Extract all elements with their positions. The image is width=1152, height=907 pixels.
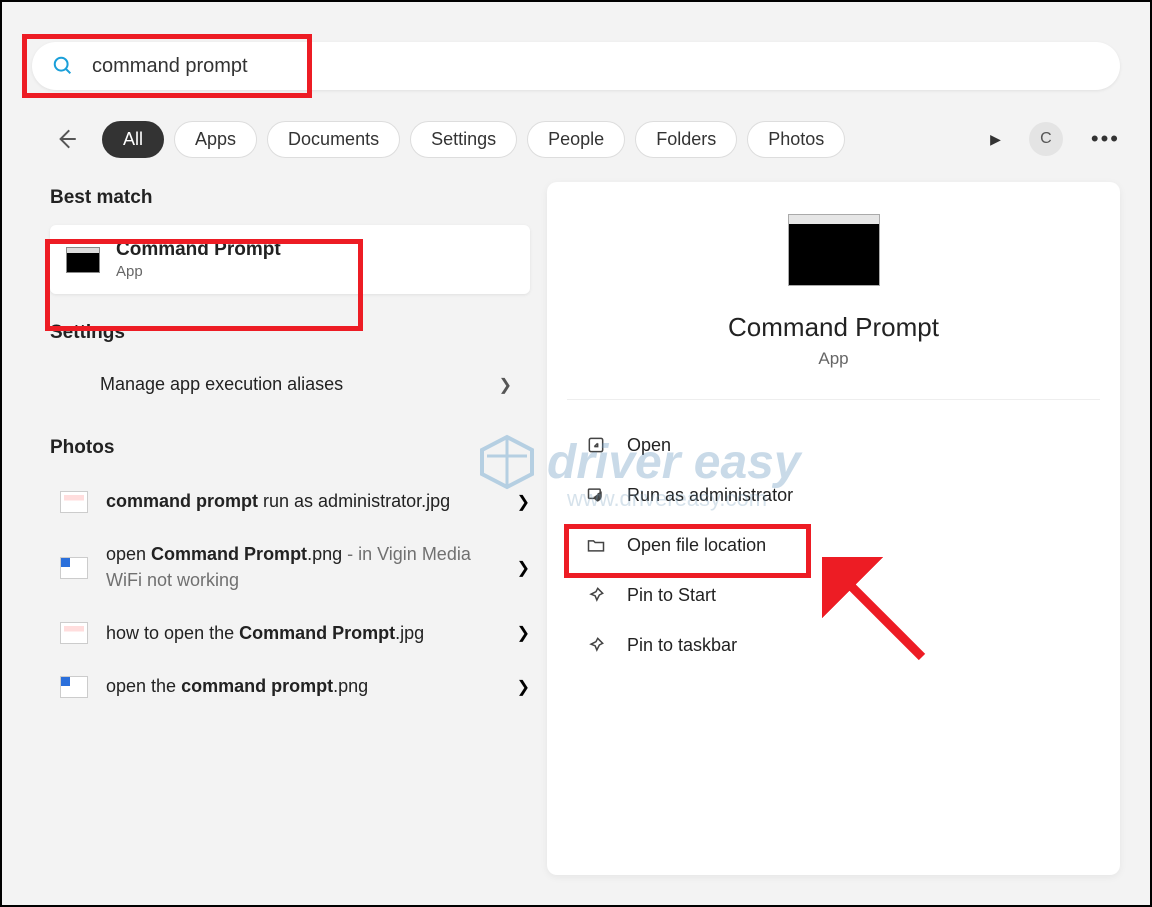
best-match-item[interactable]: Command Prompt App bbox=[50, 225, 530, 294]
filter-settings[interactable]: Settings bbox=[410, 121, 517, 158]
photo-text: open Command Prompt.png - in Vigin Media… bbox=[106, 542, 499, 592]
chevron-right-icon: ❯ bbox=[499, 375, 512, 395]
open-icon bbox=[585, 434, 607, 456]
cmd-icon bbox=[66, 247, 100, 273]
photo-text: how to open the Command Prompt.jpg bbox=[106, 621, 499, 646]
photo-thumb-icon bbox=[60, 491, 88, 513]
best-match-text: Command Prompt App bbox=[116, 239, 281, 280]
best-match-heading: Best match bbox=[50, 187, 530, 209]
app-subtitle: App bbox=[818, 349, 848, 369]
filter-documents[interactable]: Documents bbox=[267, 121, 400, 158]
filter-people[interactable]: People bbox=[527, 121, 625, 158]
action-open[interactable]: Open bbox=[585, 420, 1082, 470]
action-label: Pin to Start bbox=[627, 585, 716, 606]
cmd-icon-large bbox=[788, 214, 880, 286]
avatar[interactable]: C bbox=[1029, 122, 1063, 156]
action-label: Pin to taskbar bbox=[627, 635, 737, 656]
action-label: Run as administrator bbox=[627, 485, 793, 506]
photo-result-0[interactable]: command prompt run as administrator.jpg … bbox=[50, 475, 530, 528]
chevron-right-icon: ❯ bbox=[517, 558, 530, 578]
shield-icon bbox=[585, 484, 607, 506]
action-run-admin[interactable]: Run as administrator bbox=[585, 470, 1082, 520]
photo-text: command prompt run as administrator.jpg bbox=[106, 489, 499, 514]
back-arrow-icon[interactable] bbox=[52, 125, 80, 153]
chevron-right-icon: ❯ bbox=[517, 623, 530, 643]
best-match-title: Command Prompt bbox=[116, 239, 281, 261]
filter-folders[interactable]: Folders bbox=[635, 121, 737, 158]
photo-thumb-icon bbox=[60, 557, 88, 579]
action-pin-taskbar[interactable]: Pin to taskbar bbox=[585, 620, 1082, 670]
action-list: Open Run as administrator Open file loca… bbox=[567, 420, 1100, 670]
more-icon[interactable]: ••• bbox=[1091, 126, 1120, 152]
photo-result-2[interactable]: how to open the Command Prompt.jpg ❯ bbox=[50, 607, 530, 660]
settings-item-aliases[interactable]: Manage app execution aliases ❯ bbox=[50, 360, 530, 409]
photo-text: open the command prompt.png bbox=[106, 674, 499, 699]
app-title: Command Prompt bbox=[728, 312, 939, 343]
chevron-right-icon: ❯ bbox=[517, 492, 530, 512]
best-match-subtitle: App bbox=[116, 263, 281, 280]
action-label: Open bbox=[627, 435, 671, 456]
filter-apps[interactable]: Apps bbox=[174, 121, 257, 158]
chevron-right-icon: ❯ bbox=[517, 677, 530, 697]
action-pin-start[interactable]: Pin to Start bbox=[585, 570, 1082, 620]
filter-row: All Apps Documents Settings People Folde… bbox=[52, 117, 1120, 161]
settings-heading: Settings bbox=[50, 322, 530, 344]
search-icon bbox=[52, 55, 74, 77]
photo-result-1[interactable]: open Command Prompt.png - in Vigin Media… bbox=[50, 528, 530, 606]
filter-photos[interactable]: Photos bbox=[747, 121, 845, 158]
action-label: Open file location bbox=[627, 535, 766, 556]
pin-icon bbox=[585, 584, 607, 606]
filter-all[interactable]: All bbox=[102, 121, 164, 158]
play-icon[interactable]: ▶ bbox=[990, 131, 1001, 148]
photos-heading: Photos bbox=[50, 437, 530, 459]
header-right-controls: ▶ C ••• bbox=[990, 122, 1120, 156]
folder-icon bbox=[585, 534, 607, 556]
search-bar[interactable] bbox=[32, 42, 1120, 90]
photo-result-3[interactable]: open the command prompt.png ❯ bbox=[50, 660, 530, 713]
search-input[interactable] bbox=[92, 55, 1100, 78]
results-left-panel: Best match Command Prompt App Settings M… bbox=[50, 187, 530, 713]
action-open-location[interactable]: Open file location bbox=[585, 520, 1082, 570]
app-preview: Command Prompt App bbox=[567, 214, 1100, 400]
photo-thumb-icon bbox=[60, 676, 88, 698]
photo-thumb-icon bbox=[60, 622, 88, 644]
details-panel: Command Prompt App Open Run as administr… bbox=[547, 182, 1120, 875]
settings-item-label: Manage app execution aliases bbox=[100, 372, 499, 397]
pin-icon bbox=[585, 634, 607, 656]
